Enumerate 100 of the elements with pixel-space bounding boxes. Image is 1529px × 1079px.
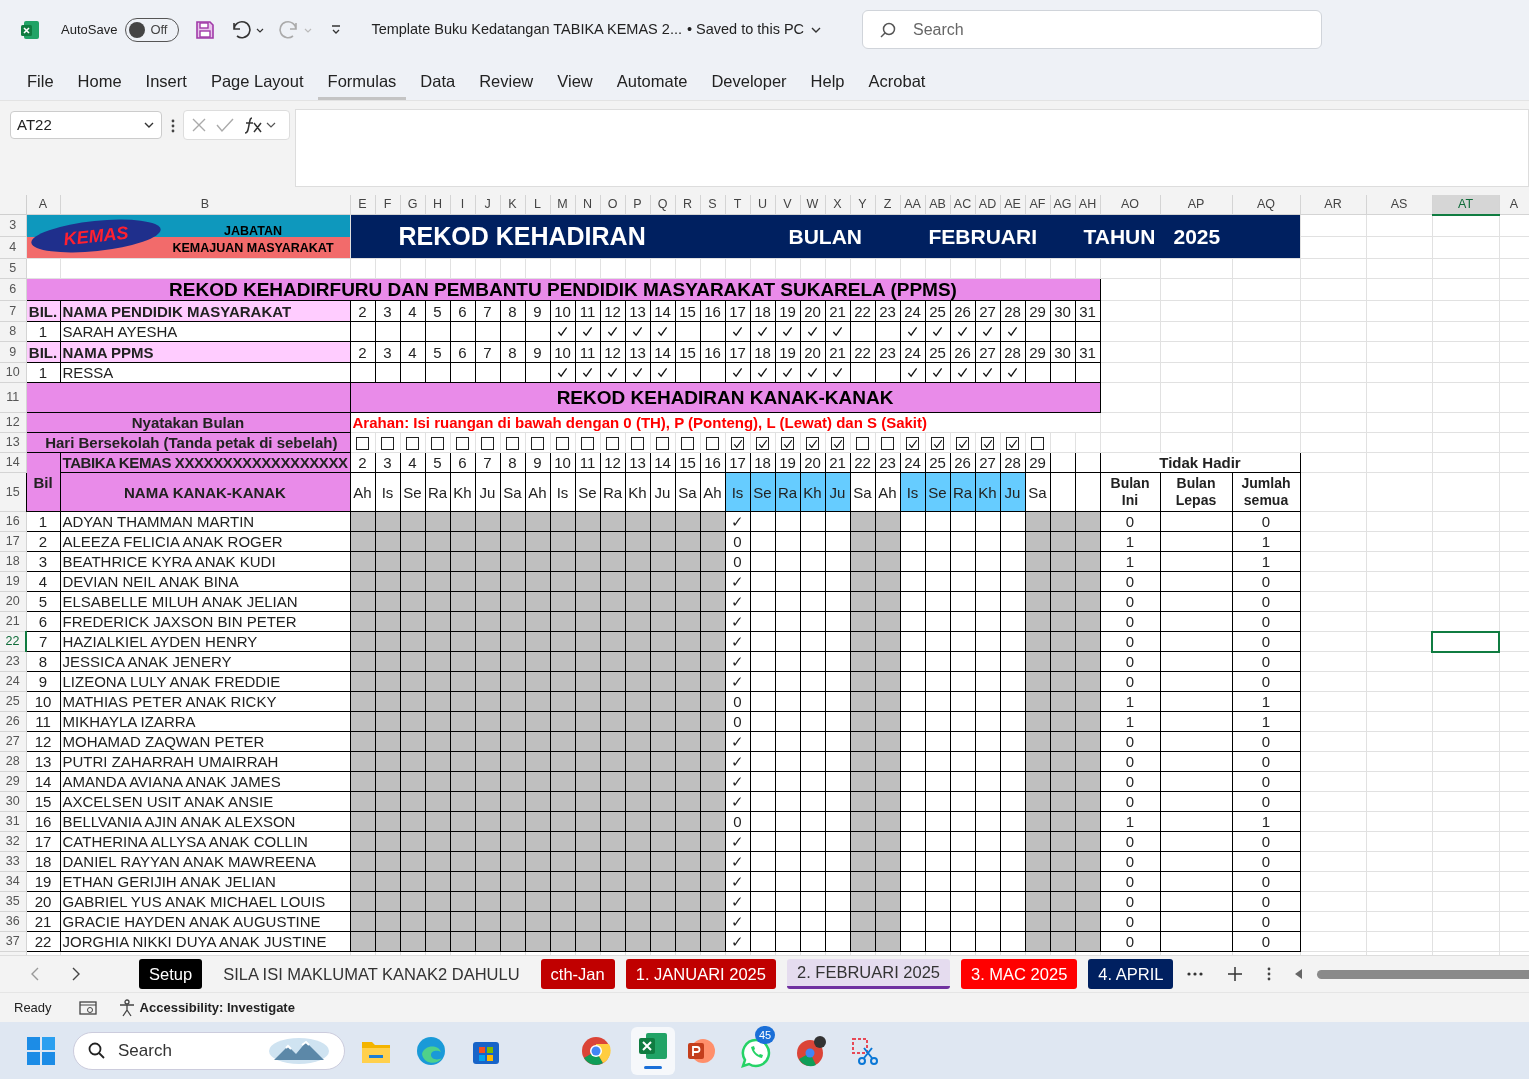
column-header[interactable]: AD — [975, 195, 1000, 215]
scroll-left-icon[interactable] — [1293, 968, 1304, 980]
row-number[interactable]: 31 — [0, 811, 26, 832]
column-header[interactable]: L — [525, 195, 550, 215]
checkbox[interactable] — [856, 437, 869, 451]
checkbox[interactable] — [581, 437, 594, 451]
checkbox[interactable] — [931, 437, 944, 451]
checkbox[interactable] — [906, 437, 919, 451]
column-header[interactable]: F — [375, 195, 400, 215]
row-number[interactable]: 21 — [0, 611, 26, 632]
ribbon-tab[interactable]: Insert — [135, 60, 197, 100]
row-number[interactable]: 6 — [0, 278, 26, 301]
sheet-tab[interactable]: 1. JANUARI 2025 — [625, 959, 776, 989]
checkbox[interactable] — [831, 437, 844, 451]
column-header[interactable]: AH — [1075, 195, 1100, 215]
check-icon[interactable] — [216, 117, 234, 133]
row-number[interactable]: 5 — [0, 258, 26, 279]
row-number[interactable]: 18 — [0, 551, 26, 572]
column-header[interactable]: I — [450, 195, 475, 215]
checkbox[interactable] — [531, 437, 544, 451]
column-header[interactable]: H — [425, 195, 450, 215]
row-number[interactable]: 4 — [0, 236, 26, 259]
checkbox[interactable] — [506, 437, 519, 451]
row-number[interactable]: 15 — [0, 472, 26, 512]
chevron-left-icon[interactable] — [30, 967, 40, 981]
snipping-tool-icon[interactable] — [850, 1035, 880, 1066]
column-header[interactable]: E — [350, 195, 375, 215]
column-header[interactable]: AA — [900, 195, 925, 215]
ribbon-tab[interactable]: Data — [410, 60, 466, 100]
chevron-right-icon[interactable] — [71, 967, 81, 981]
column-header[interactable]: T — [725, 195, 750, 215]
browser-icon[interactable] — [416, 1035, 446, 1066]
row-number[interactable]: 23 — [0, 651, 26, 672]
row-number[interactable]: 3 — [0, 214, 26, 237]
horizontal-scrollbar[interactable] — [1317, 969, 1529, 979]
chat-app-icon[interactable] — [741, 1037, 771, 1068]
more-options-icon[interactable] — [171, 119, 175, 133]
column-header[interactable]: U — [750, 195, 775, 215]
row-number[interactable]: 10 — [0, 362, 26, 383]
selected-cell[interactable] — [1432, 631, 1499, 652]
checkbox[interactable] — [481, 437, 494, 451]
column-header[interactable]: AR — [1300, 195, 1366, 215]
column-header[interactable]: AB — [925, 195, 950, 215]
excel-taskbar-button[interactable] — [631, 1026, 675, 1075]
sheet-tab[interactable]: Setup — [139, 959, 203, 989]
ribbon-tab[interactable]: Review — [469, 60, 544, 100]
accessibility-icon[interactable] — [117, 998, 136, 1017]
row-number[interactable]: 29 — [0, 771, 26, 792]
row-number[interactable]: 13 — [0, 432, 26, 453]
column-header[interactable]: R — [675, 195, 700, 215]
column-header[interactable]: N — [575, 195, 600, 215]
accessibility-status[interactable]: Accessibility: Investigate — [139, 997, 295, 1018]
checkbox[interactable] — [431, 437, 444, 451]
row-number[interactable]: 24 — [0, 671, 26, 692]
chrome-icon[interactable] — [581, 1035, 611, 1066]
name-box[interactable]: AT22 — [10, 111, 162, 139]
checkbox[interactable] — [1031, 437, 1044, 451]
column-header[interactable]: O — [600, 195, 625, 215]
ribbon-tab[interactable]: Acrobat — [858, 60, 936, 100]
sheet-tab[interactable]: cth-Jan — [540, 959, 615, 989]
row-number[interactable]: 22 — [0, 631, 26, 652]
checkbox[interactable] — [556, 437, 569, 451]
column-header[interactable]: AT — [1432, 195, 1499, 215]
formula-input[interactable] — [295, 109, 1529, 187]
checkbox[interactable] — [456, 437, 469, 451]
ribbon-tab[interactable]: Home — [67, 60, 132, 100]
search-field[interactable]: Search — [862, 10, 1322, 49]
checkbox[interactable] — [731, 437, 744, 451]
column-header[interactable]: AG — [1050, 195, 1075, 215]
column-header[interactable]: AS — [1366, 195, 1432, 215]
column-header[interactable]: W — [800, 195, 825, 215]
row-number[interactable]: 32 — [0, 831, 26, 852]
macro-recorder-icon[interactable] — [78, 999, 97, 1016]
chrome-profile-icon[interactable] — [796, 1034, 828, 1067]
vertical-dots-icon[interactable] — [1267, 967, 1272, 981]
row-number[interactable]: 9 — [0, 341, 26, 363]
column-header[interactable]: M — [550, 195, 575, 215]
column-header[interactable]: V — [775, 195, 800, 215]
column-header[interactable]: J — [475, 195, 500, 215]
checkbox[interactable] — [606, 437, 619, 451]
row-number[interactable]: 30 — [0, 791, 26, 812]
sheet-tab[interactable]: 3. MAC 2025 — [961, 959, 1078, 989]
checkbox[interactable] — [956, 437, 969, 451]
checkbox[interactable] — [406, 437, 419, 451]
more-icon[interactable] — [1187, 972, 1204, 976]
sheet-tab[interactable]: 2. FEBRUARI 2025 — [786, 959, 950, 989]
ribbon-tab[interactable]: Page Layout — [200, 60, 314, 100]
column-header[interactable]: AO — [1100, 195, 1160, 215]
row-number[interactable]: 11 — [0, 382, 26, 413]
checkbox[interactable] — [656, 437, 669, 451]
column-header[interactable]: K — [500, 195, 525, 215]
customize-toolbar-icon[interactable] — [330, 24, 343, 36]
taskbar-search-field[interactable]: Search — [73, 1031, 345, 1070]
row-number[interactable]: 34 — [0, 871, 26, 892]
sheet-tab[interactable]: SILA ISI MAKLUMAT KANAK2 DAHULU — [213, 959, 530, 989]
column-header[interactable]: AE — [1000, 195, 1025, 215]
column-header[interactable]: AC — [950, 195, 975, 215]
ribbon-tab[interactable]: View — [547, 60, 603, 100]
sheet-tab[interactable]: 4. APRIL — [1088, 959, 1174, 989]
checkbox[interactable] — [756, 437, 769, 451]
